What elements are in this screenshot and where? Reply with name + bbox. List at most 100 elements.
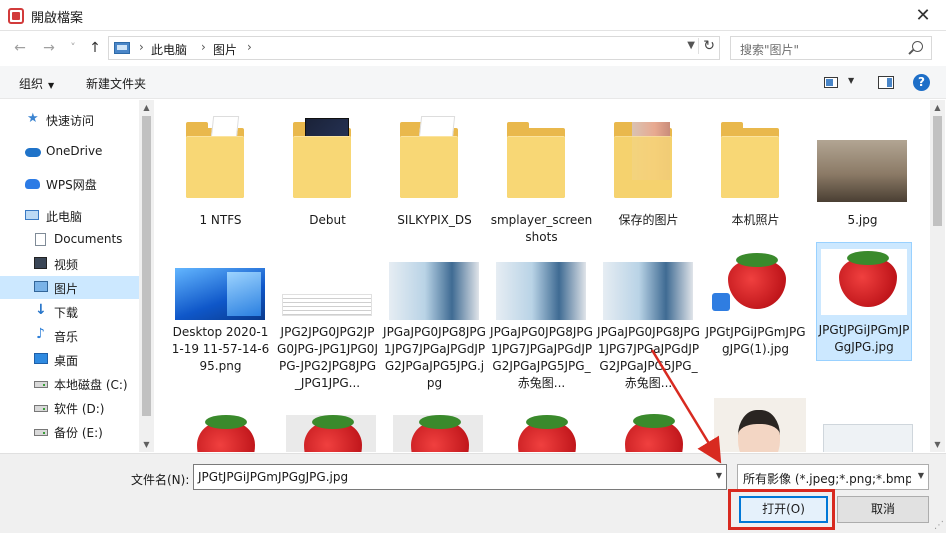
filename-field[interactable]: JPGtJPGiJPGmJPGgJPG.jpg ▼ bbox=[193, 464, 727, 490]
sidebar-item-videos[interactable]: 视频 bbox=[0, 252, 139, 275]
file-item[interactable] bbox=[710, 398, 806, 452]
navigation-pane: ★ 快速访问 OneDrive WPS网盘 此电脑 Documents 视频 图… bbox=[0, 100, 154, 452]
search-icon[interactable] bbox=[912, 41, 923, 52]
sidebar-item-drive-e[interactable]: 备份 (E:) bbox=[0, 420, 139, 443]
preview-pane-icon[interactable] bbox=[878, 76, 894, 89]
image-thumbnail bbox=[710, 251, 800, 319]
scroll-thumb[interactable] bbox=[142, 116, 151, 416]
breadcrumb-this-pc[interactable]: 此电脑 bbox=[151, 41, 187, 58]
search-input[interactable]: 搜索"图片" bbox=[730, 36, 932, 60]
organize-label: 组织 bbox=[19, 77, 44, 91]
up-arrow-icon[interactable]: ↑ bbox=[86, 39, 104, 57]
file-item-selected[interactable]: JPGtJPGiJPGmJPGgJPG.jpg bbox=[816, 242, 912, 361]
folder-icon bbox=[186, 116, 244, 198]
file-item[interactable]: Debut bbox=[276, 108, 379, 258]
sidebar-scrollbar[interactable]: ▲ ▼ bbox=[139, 100, 154, 452]
file-item[interactable]: JPG2JPG0JPG2JPG0JPG-JPG1JPG0JPG-JPG2JPG8… bbox=[276, 262, 379, 402]
file-name: Desktop 2020-11-19 11-57-14-695.png bbox=[171, 325, 270, 373]
sidebar-item-music[interactable]: ♪ 音乐 bbox=[0, 324, 139, 347]
close-button[interactable]: ✕ bbox=[900, 0, 946, 31]
file-item[interactable] bbox=[496, 415, 588, 452]
image-thumbnail bbox=[823, 424, 913, 452]
sidebar-item-drive-c[interactable]: 本地磁盘 (C:) bbox=[0, 372, 139, 395]
sidebar-item-label: Documents bbox=[54, 232, 123, 246]
file-item[interactable]: JPGaJPG0JPG8JPG1JPG7JPGaJPGdJPG2JPGaJPG5… bbox=[490, 262, 593, 402]
file-item[interactable]: Desktop 2020-11-19 11-57-14-695.png bbox=[169, 262, 272, 402]
filename-label: 文件名(N): bbox=[131, 473, 190, 487]
help-icon[interactable]: ? bbox=[913, 74, 930, 91]
file-item[interactable]: 5.jpg bbox=[811, 108, 914, 258]
file-item[interactable]: JPGtJPGiJPGmJPGgJPG(1).jpg bbox=[704, 245, 807, 402]
scroll-down-icon[interactable]: ▼ bbox=[930, 437, 945, 452]
wps-cloud-icon bbox=[25, 179, 40, 189]
sidebar-item-label: 此电脑 bbox=[46, 210, 83, 224]
search-placeholder: 搜索"图片" bbox=[740, 43, 800, 57]
breadcrumb-separator: › bbox=[247, 40, 252, 54]
chevron-down-icon[interactable]: ▼ bbox=[918, 471, 924, 480]
file-name: 保存的图片 bbox=[618, 213, 679, 227]
chevron-down-icon[interactable]: ▼ bbox=[716, 471, 722, 480]
image-thumbnail bbox=[179, 415, 269, 452]
sidebar-item-this-pc[interactable]: 此电脑 bbox=[0, 204, 139, 227]
sidebar-item-label: 本地磁盘 (C:) bbox=[54, 378, 128, 392]
sidebar-item-desktop[interactable]: 桌面 bbox=[0, 348, 139, 371]
sidebar-item-label: 备份 (E:) bbox=[54, 426, 103, 440]
folder-icon bbox=[721, 116, 779, 198]
sidebar-item-label: WPS网盘 bbox=[46, 178, 97, 192]
chevron-down-icon: ▼ bbox=[48, 81, 55, 90]
sidebar-item-label: OneDrive bbox=[46, 144, 103, 158]
file-name: 5.jpg bbox=[847, 213, 878, 227]
image-thumbnail bbox=[286, 415, 376, 452]
address-bar[interactable]: › 此电脑 › 图片 › ▼ ↻ bbox=[108, 36, 720, 60]
sidebar-item-onedrive[interactable]: OneDrive bbox=[0, 140, 139, 163]
cancel-button[interactable]: 取消 bbox=[837, 496, 929, 523]
back-arrow-icon[interactable]: ← bbox=[11, 39, 29, 57]
computer-icon bbox=[114, 42, 130, 54]
file-item[interactable]: JPGaJPG0JPG8JPG1JPG7JPGaJPGdJPG2JPGaJPG5… bbox=[383, 262, 486, 402]
file-item[interactable] bbox=[175, 415, 267, 452]
file-item[interactable] bbox=[389, 415, 483, 452]
scroll-thumb[interactable] bbox=[933, 116, 942, 226]
title-bar: 開啟檔案 ✕ bbox=[0, 0, 946, 31]
file-item[interactable] bbox=[282, 415, 376, 452]
sidebar-item-quick-access[interactable]: ★ 快速访问 bbox=[0, 108, 139, 131]
new-folder-button[interactable]: 新建文件夹 bbox=[86, 75, 146, 92]
file-item[interactable]: JPGaJPG0JPG8JPG1JPG7JPGaJPGdJPG2JPGaJPG5… bbox=[597, 262, 700, 402]
file-name: JPGaJPG0JPG8JPG1JPG7JPGaJPGdJPG2JPGaJPG5… bbox=[383, 325, 486, 390]
sidebar-item-drive-d[interactable]: 软件 (D:) bbox=[0, 396, 139, 419]
file-item[interactable]: 本机照片 bbox=[704, 108, 807, 258]
file-item[interactable]: SILKYPIX_DS bbox=[383, 108, 486, 258]
refresh-icon[interactable]: ↻ bbox=[698, 38, 715, 54]
recent-locations-dropdown[interactable]: ˅ bbox=[64, 39, 82, 57]
file-item[interactable]: smplayer_screenshots bbox=[490, 108, 593, 258]
forward-arrow-icon[interactable]: → bbox=[40, 39, 58, 57]
scroll-up-icon[interactable]: ▲ bbox=[930, 100, 945, 115]
drive-icon bbox=[34, 429, 48, 436]
breadcrumb-pictures[interactable]: 图片 bbox=[213, 41, 237, 58]
chevron-down-icon[interactable]: ▼ bbox=[687, 40, 695, 51]
file-name: SILKYPIX_DS bbox=[397, 213, 472, 227]
file-list: 1 NTFS Debut SILKYPIX_DS smplayer_screen… bbox=[155, 100, 930, 452]
scroll-down-icon[interactable]: ▼ bbox=[139, 437, 154, 452]
resize-grip-icon[interactable]: ⋰ bbox=[934, 520, 944, 531]
sidebar-item-label: 图片 bbox=[54, 282, 79, 296]
file-item[interactable]: 保存的图片 bbox=[597, 108, 700, 258]
sidebar-item-downloads[interactable]: ↓ 下载 bbox=[0, 300, 139, 323]
file-name: JPGtJPGiJPGmJPGgJPG(1).jpg bbox=[705, 325, 806, 356]
chevron-down-icon[interactable]: ▼ bbox=[848, 76, 854, 85]
scroll-up-icon[interactable]: ▲ bbox=[139, 100, 154, 115]
file-item[interactable]: 1 NTFS bbox=[169, 108, 272, 258]
view-mode-icon[interactable] bbox=[824, 77, 838, 88]
content-scrollbar[interactable]: ▲ ▼ bbox=[930, 100, 945, 452]
image-thumbnail bbox=[500, 415, 590, 452]
organize-button[interactable]: 组织 ▼ bbox=[19, 75, 54, 92]
sidebar-item-documents[interactable]: Documents bbox=[0, 228, 139, 251]
file-item[interactable] bbox=[603, 410, 695, 452]
file-type-select[interactable]: 所有影像 (*.jpeg;*.png;*.bmp; ▼ bbox=[737, 464, 929, 490]
folder-icon bbox=[400, 116, 458, 198]
sidebar-item-wps-cloud[interactable]: WPS网盘 bbox=[0, 172, 139, 195]
sidebar-item-label: 快速访问 bbox=[46, 114, 95, 128]
file-item[interactable] bbox=[817, 418, 913, 452]
sidebar-item-pictures[interactable]: 图片 bbox=[0, 276, 139, 299]
image-thumbnail bbox=[282, 294, 372, 316]
